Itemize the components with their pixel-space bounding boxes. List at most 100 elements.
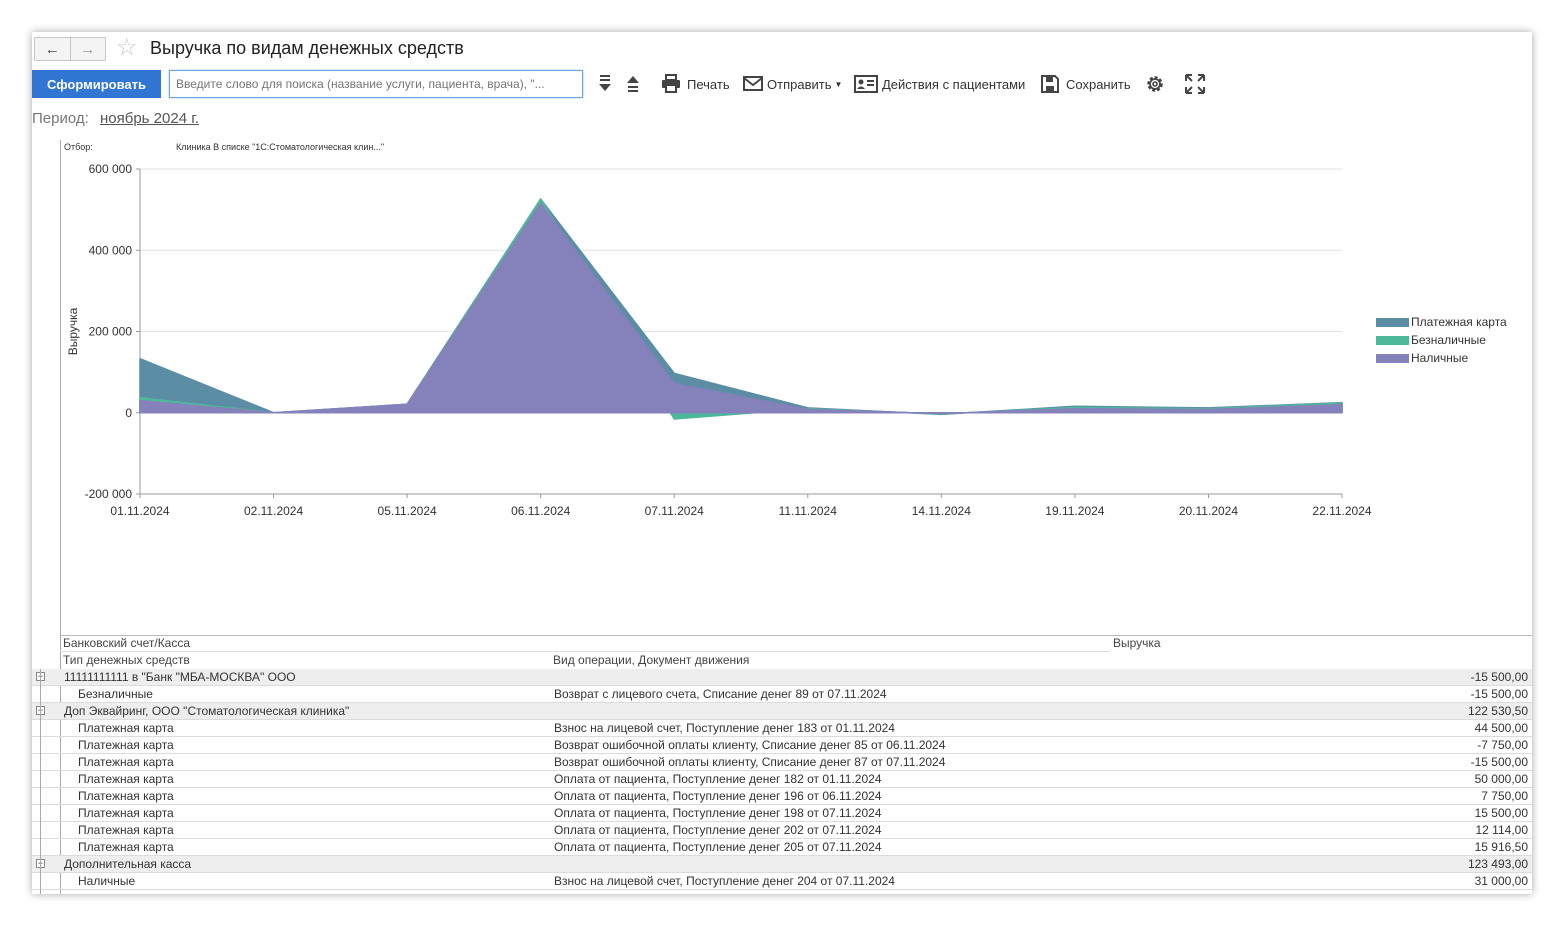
period-link[interactable]: ноябрь 2024 г.	[100, 110, 199, 127]
cell-account: Платежная карта	[78, 789, 174, 803]
legend-label: Наличные	[1411, 351, 1469, 365]
cell-revenue: -7 750,00	[1477, 738, 1528, 752]
cell-revenue: 15 500,00	[1474, 806, 1528, 820]
legend-label: Безналичные	[1411, 333, 1486, 347]
x-tick-label: 22.11.2024	[1312, 504, 1371, 518]
cell-operation: Взнос на лицевой счет, Поступление денег…	[554, 721, 895, 735]
cell-revenue: 12 114,00	[1475, 823, 1529, 837]
cell-account: Платежная карта	[78, 823, 174, 837]
arrow-right-icon: →	[80, 40, 96, 58]
cell-account: Наличные	[78, 874, 136, 888]
table-row[interactable]: Платежная карта Оплата от пациента, Посту…	[32, 788, 1532, 805]
legend-swatch	[1376, 354, 1409, 363]
arrow-left-icon: ←	[44, 40, 60, 58]
table-row[interactable]: Платежная карта Взнос на лицевой счет, По…	[32, 720, 1532, 737]
x-tick-label: 02.11.2024	[244, 504, 303, 518]
y-tick-label: 200 000	[89, 325, 133, 339]
print-label: Печать	[687, 76, 730, 92]
x-tick-label: 06.11.2024	[511, 504, 570, 518]
x-tick-label: 05.11.2024	[378, 504, 437, 518]
cell-revenue: -15 500,00	[1470, 670, 1528, 684]
table-row[interactable]: Платежная карта Оплата от пациента, Посту…	[32, 822, 1532, 839]
y-tick-label: 0	[125, 406, 132, 420]
x-tick-label: 19.11.2024	[1045, 504, 1104, 518]
cell-account: Платежная карта	[78, 738, 174, 752]
revenue-area-chart: 600 000 400 000 200 000 0 -200 000 01.11.2024…	[66, 162, 1507, 518]
collapse-all-icon	[627, 76, 639, 92]
table-row[interactable]: Платежная карта Возврат ошибочной оплаты …	[32, 754, 1532, 771]
x-tick-label: 01.11.2024	[110, 504, 169, 518]
dropdown-caret-icon: ▼	[834, 79, 843, 89]
back-button[interactable]: ←	[35, 38, 70, 60]
cell-operation: Взнос на лицевой счет, Поступление денег…	[554, 874, 895, 888]
table-row[interactable]: Наличные Взнос на лицевой счет, Поступлен…	[32, 873, 1532, 890]
printer-icon	[662, 74, 680, 93]
cell-account: Дополнительная касса	[64, 857, 192, 871]
cell-revenue: 122 530,50	[1467, 704, 1528, 718]
expand-all-icon	[599, 75, 611, 91]
table-row[interactable]: Платежная карта Оплата от пациента, Посту…	[32, 805, 1532, 822]
cell-operation: Оплата от пациента, Поступление денег 19…	[554, 806, 882, 820]
cell-account: Платежная карта	[78, 721, 174, 735]
series-area-2	[139, 198, 1343, 420]
send-button[interactable]: Отправить ▼	[742, 72, 842, 96]
cell-account: Платежная карта	[78, 840, 174, 854]
expand-arrows-icon	[1185, 74, 1205, 94]
legend-swatch	[1376, 336, 1409, 345]
tree-guide-line	[40, 669, 41, 894]
table-group-row[interactable]: −Доп Эквайринг, ООО "Стоматологическая к…	[32, 703, 1532, 720]
table-row[interactable]: Безналичные Возврат с лицевого счета, Спи…	[32, 686, 1532, 703]
table-group-row[interactable]: −Дополнительная касса123 493,00	[32, 856, 1532, 873]
collapse-all-button[interactable]	[625, 72, 641, 96]
page-title: Выручка по видам денежных средств	[150, 38, 464, 58]
forward-button[interactable]: →	[69, 38, 106, 60]
search-field[interactable]	[169, 70, 583, 98]
save-button[interactable]: Сохранить	[1040, 72, 1131, 96]
send-label: Отправить	[767, 76, 832, 92]
x-tick-label: 11.11.2024	[779, 504, 838, 518]
legend-swatch	[1376, 318, 1409, 327]
header-money-type: Тип денежных средств	[63, 653, 190, 667]
cell-revenue: 31 000,00	[1474, 874, 1528, 888]
table-row[interactable]: Платежная карта Возврат ошибочной оплаты …	[32, 737, 1532, 754]
cell-revenue: 15 916,50	[1474, 840, 1528, 854]
search-input[interactable]	[170, 71, 582, 97]
legend-label: Платежная карта	[1411, 315, 1507, 329]
header-account: Банковский счет/Касса	[63, 636, 191, 650]
patient-actions-button[interactable]: Действия с пациентами	[854, 72, 1025, 96]
report-window: ← → ☆ Выручка по видам денежных средств …	[32, 32, 1532, 894]
print-button[interactable]: Печать	[660, 72, 730, 96]
cell-revenue: 50 000,00	[1474, 772, 1528, 786]
cell-account: Платежная карта	[78, 772, 174, 786]
x-tick-label: 20.11.2024	[1179, 504, 1238, 518]
favorite-star-icon[interactable]: ☆	[116, 35, 138, 61]
envelope-icon	[743, 76, 763, 91]
save-label: Сохранить	[1066, 76, 1131, 92]
cell-account: Безналичные	[78, 687, 153, 701]
y-axis-title: Выручка	[66, 307, 80, 355]
cell-account: Доп Эквайринг, ООО "Стоматологическая кл…	[64, 704, 350, 718]
table-row[interactable]: Платежная карта Оплата от пациента, Посту…	[32, 839, 1532, 856]
gear-icon	[1147, 76, 1163, 92]
x-tick-label: 14.11.2024	[912, 504, 971, 518]
cell-revenue: 123 493,00	[1467, 857, 1528, 871]
y-tick-label: -200 000	[85, 487, 133, 501]
x-tick-label: 07.11.2024	[645, 504, 704, 518]
generate-button[interactable]: Сформировать	[32, 70, 161, 98]
series-area-3	[139, 202, 1343, 415]
settings-button[interactable]	[1144, 72, 1166, 96]
cell-operation: Оплата от пациента, Поступление денег 18…	[554, 772, 882, 786]
fullscreen-button[interactable]	[1185, 72, 1205, 96]
cell-account: 11111111111 в "Банк "МБА-МОСКВА" ООО	[64, 670, 296, 684]
cell-operation: Оплата от пациента, Поступление денег 20…	[554, 823, 882, 837]
cell-operation: Оплата от пациента, Поступление денег 20…	[554, 840, 882, 854]
table-row[interactable]: Платежная карта Оплата от пациента, Посту…	[32, 771, 1532, 788]
report-table-body: −11111111111 в "Банк "МБА-МОСКВА" ООО-15…	[32, 669, 1532, 894]
cell-operation: Оплата от пациента, Поступление денег 19…	[554, 789, 882, 803]
expand-all-button[interactable]	[597, 72, 613, 96]
cell-operation: Возврат ошибочной оплаты клиенту, Списан…	[554, 755, 946, 769]
table-group-row[interactable]: −11111111111 в "Банк "МБА-МОСКВА" ООО-15…	[32, 669, 1532, 686]
y-tick-label: 400 000	[89, 243, 133, 257]
cell-revenue: -15 500,00	[1470, 755, 1528, 769]
patient-actions-label: Действия с пациентами	[882, 76, 1026, 92]
